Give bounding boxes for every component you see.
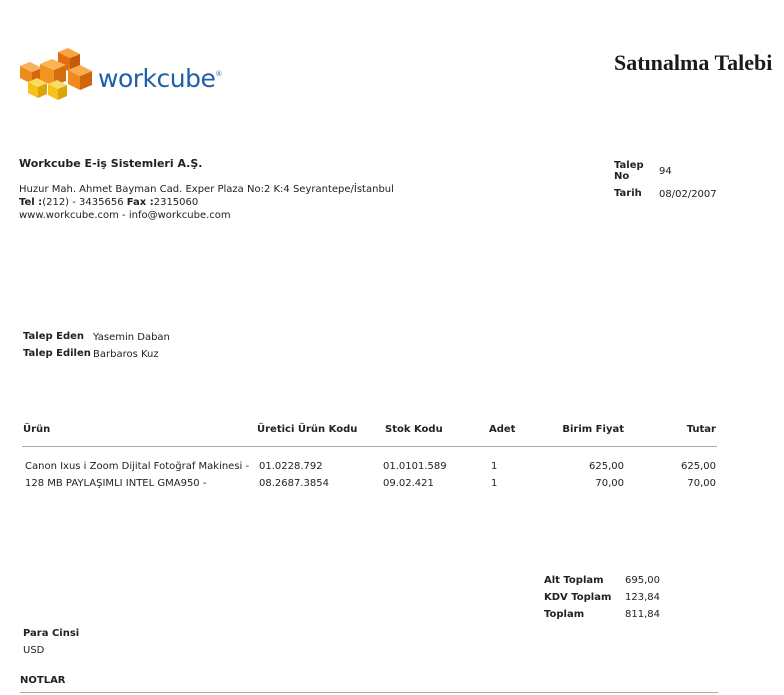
row2-manufacturer-code: 08.2687.3854 [259,478,329,489]
table-header-divider [22,446,717,447]
grand-total-value: 811,84 [625,609,660,620]
row1-stock-code: 01.0101.589 [383,461,447,472]
currency-value: USD [23,645,45,656]
header-product: Ürün [23,424,51,435]
row2-stock-code: 09.02.421 [383,478,434,489]
row1-manufacturer-code: 01.0228.792 [259,461,323,472]
registered-mark: ® [215,70,222,78]
row2-product: 128 MB PAYLAŞIMLI INTEL GMA950 - [25,478,207,489]
row1-quantity: 1 [491,461,498,472]
document-title: Satınalma Talebi [614,50,773,75]
row2-quantity: 1 [491,478,498,489]
header-quantity: Adet [489,424,516,435]
row2-unit-price: 70,00 [595,478,624,489]
request-no-label: Talep No [614,160,644,182]
fax-label: Fax : [126,197,154,208]
requested-from-value: Barbaros Kuz [93,349,159,360]
subtotal-value: 695,00 [625,575,660,586]
fax-value: 2315060 [153,197,199,208]
header-unit-price: Birim Fiyat [562,424,624,435]
requester-value: Yasemin Daban [93,332,170,343]
header-manufacturer-code: Üretici Ürün Kodu [257,424,358,435]
company-web: www.workcube.com - info@workcube.com [19,210,231,221]
row1-unit-price: 625,00 [589,461,624,472]
row1-amount: 625,00 [681,461,716,472]
company-name: Workcube E-iş Sistemleri A.Ş. [19,157,203,170]
currency-label: Para Cinsi [23,628,80,639]
logo-text: workcube [98,64,216,93]
tel-label: Tel : [19,197,43,208]
vat-total-value: 123,84 [625,592,660,603]
grand-total-label: Toplam [544,609,585,620]
header-stock-code: Stok Kodu [385,424,443,435]
tel-value: (212) - 3435656 [42,197,124,208]
header-amount: Tutar [686,424,716,435]
requested-from-label: Talep Edilen [23,348,91,359]
request-date-label: Tarih [614,188,642,199]
subtotal-label: Alt Toplam [544,575,604,586]
vat-total-label: KDV Toplam [544,592,612,603]
request-date-value: 08/02/2007 [659,189,717,200]
logo-wordmark: workcube® [98,64,222,93]
company-phone-line: Tel :(212) - 3435656 Fax :2315060 [19,197,198,208]
requester-label: Talep Eden [23,331,85,342]
request-no-value: 94 [659,166,672,177]
row1-product: Canon Ixus i Zoom Dijital Fotoğraf Makin… [25,461,250,472]
cubes-logo-icon [20,48,92,100]
notes-divider [20,692,718,693]
row2-amount: 70,00 [687,478,716,489]
company-address: Huzur Mah. Ahmet Bayman Cad. Exper Plaza… [19,184,394,195]
notes-label: NOTLAR [20,675,66,686]
